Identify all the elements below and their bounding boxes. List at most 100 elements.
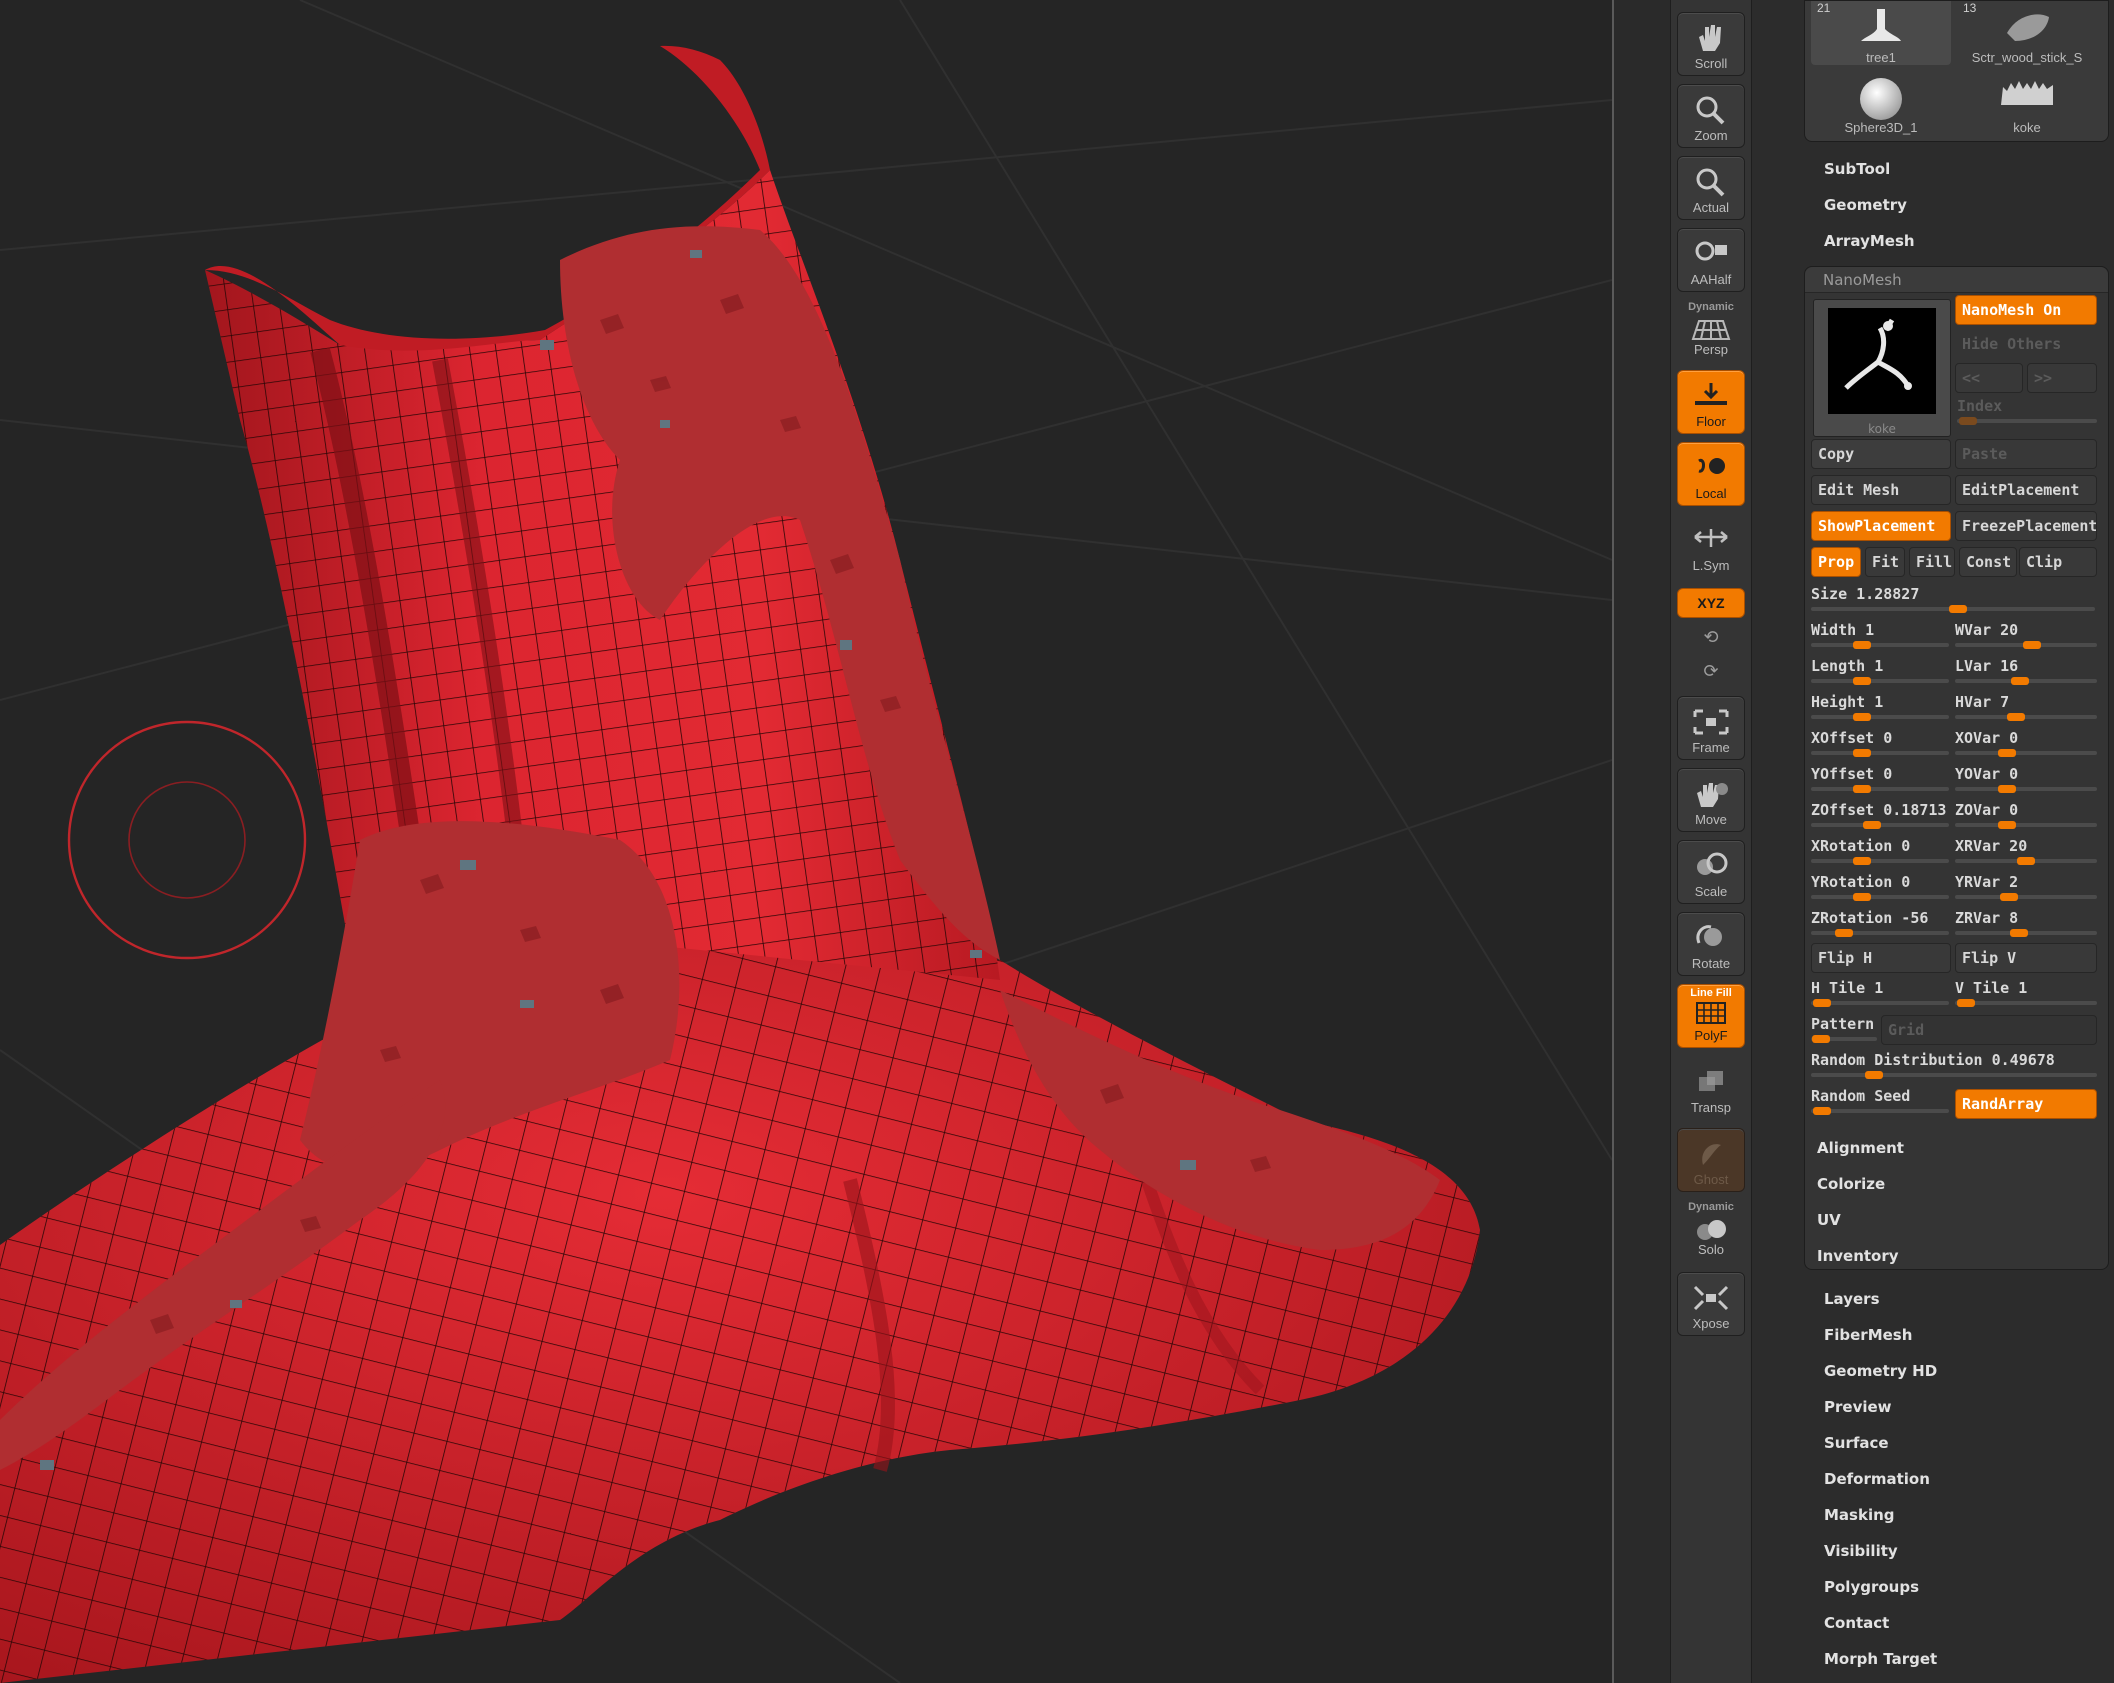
xovar-slider[interactable]: XOVar 0 [1949,727,2097,761]
next-index-button[interactable]: >> [2027,363,2097,393]
menu-arraymesh[interactable]: ArrayMesh [1824,232,1915,250]
nanomesh-on-button[interactable]: NanoMesh On [1955,295,2097,325]
hvar-slider[interactable]: HVar 7 [1949,691,2097,725]
const-button[interactable]: Const [1959,547,2017,577]
move-button[interactable]: Move [1677,768,1745,832]
slider-knob [2023,641,2042,649]
menu-surface[interactable]: Surface [1824,1434,1889,1452]
menu-preview[interactable]: Preview [1824,1398,1892,1416]
aahalf-button[interactable]: AAHalf [1677,228,1745,292]
menu-deformation[interactable]: Deformation [1824,1470,1930,1488]
submenu-alignment[interactable]: Alignment [1817,1139,1904,1157]
random-distribution-slider[interactable]: Random Distribution 0.49678 [1805,1049,2097,1083]
nanomesh-preview[interactable]: koke [1813,299,1951,437]
tool-thumb-sphere3d[interactable]: Sphere3D_1 [1811,71,1951,135]
solo-button[interactable]: Dynamic Solo [1677,1198,1745,1262]
pattern-slider[interactable]: Pattern [1805,1013,1877,1047]
slider-knob [1957,999,1976,1007]
fill-button[interactable]: Fill [1909,547,1955,577]
prev-index-button[interactable]: << [1955,363,2023,393]
yrvar-slider[interactable]: YRVar 2 [1949,871,2097,905]
yrotation-slider[interactable]: YRotation 0 [1805,871,1949,905]
zoom-button[interactable]: Zoom [1677,84,1745,148]
menu-geometry[interactable]: Geometry [1824,196,1907,214]
slider-knob [2007,713,2026,721]
tool-thumb-wood-stick[interactable]: 13 Sctr_wood_stick_S [1957,1,2097,65]
width-slider[interactable]: Width 1 [1805,619,1949,653]
size-slider[interactable]: Size 1.28827 [1805,583,2095,617]
slider-knob [1998,749,2017,757]
wvar-slider[interactable]: WVar 20 [1949,619,2097,653]
polyf-button[interactable]: Line Fill PolyF [1677,984,1745,1048]
submenu-uv[interactable]: UV [1817,1211,1841,1229]
ghost-button[interactable]: Ghost [1677,1128,1745,1192]
menu-fibermesh[interactable]: FiberMesh [1824,1326,1912,1344]
xpose-button[interactable]: Xpose [1677,1272,1745,1336]
menu-morph-target[interactable]: Morph Target [1824,1650,1937,1668]
slider-knob [1813,999,1832,1007]
menu-layers[interactable]: Layers [1824,1290,1880,1308]
length-slider[interactable]: Length 1 [1805,655,1949,689]
menu-polygroups[interactable]: Polygroups [1824,1578,1919,1596]
slider-track [1811,1001,1949,1005]
v-tile-slider[interactable]: V Tile 1 [1949,977,2097,1011]
menu-visibility[interactable]: Visibility [1824,1542,1898,1560]
frame-button[interactable]: Frame [1677,696,1745,760]
floor-button[interactable]: Floor [1677,370,1745,434]
hide-others-button[interactable]: Hide Others [1955,329,2097,359]
lvar-slider[interactable]: LVar 16 [1949,655,2097,689]
zovar-slider[interactable]: ZOVar 0 [1949,799,2097,833]
copy-button[interactable]: Copy [1811,439,1951,469]
rotate-y-icon[interactable]: ⟲ [1697,624,1725,652]
paste-button[interactable]: Paste [1955,439,2097,469]
edit-placement-button[interactable]: EditPlacement [1955,475,2097,505]
height-slider[interactable]: Height 1 [1805,691,1949,725]
polyframe-grid-icon [1696,1002,1726,1024]
flip-v-button[interactable]: Flip V [1955,943,2097,973]
tool-thumb-tree1[interactable]: 21 tree1 [1811,1,1951,65]
xoffset-slider[interactable]: XOffset 0 [1805,727,1949,761]
xyz-symmetry-button[interactable]: XYZ [1677,588,1745,618]
zrvar-slider[interactable]: ZRVar 8 [1949,907,2097,941]
h-tile-slider[interactable]: H Tile 1 [1805,977,1949,1011]
index-slider[interactable]: Index [1951,395,2097,429]
xrvar-slider[interactable]: XRVar 20 [1949,835,2097,869]
fit-button[interactable]: Fit [1865,547,1905,577]
xpose-icon [1693,1285,1729,1311]
menu-contact[interactable]: Contact [1824,1614,1889,1632]
submenu-colorize[interactable]: Colorize [1817,1175,1885,1193]
nanomesh-header[interactable]: NanoMesh [1805,267,2108,293]
xrotation-slider[interactable]: XRotation 0 [1805,835,1949,869]
show-placement-button[interactable]: ShowPlacement [1811,511,1951,541]
yovar-slider[interactable]: YOVar 0 [1949,763,2097,797]
menu-subtool[interactable]: SubTool [1824,160,1890,178]
menu-masking[interactable]: Masking [1824,1506,1895,1524]
clip-button[interactable]: Clip [2019,547,2097,577]
viewport-canvas[interactable] [0,0,1612,1683]
transp-button[interactable]: Transp [1677,1056,1745,1120]
prop-button[interactable]: Prop [1811,547,1861,577]
submenu-inventory[interactable]: Inventory [1817,1247,1899,1265]
random-seed-slider[interactable]: Random Seed [1805,1085,1949,1119]
menu-geometry-hd[interactable]: Geometry HD [1824,1362,1937,1380]
edit-mesh-button[interactable]: Edit Mesh [1811,475,1951,505]
randarray-button[interactable]: RandArray [1955,1089,2097,1119]
rotate-button[interactable]: Rotate [1677,912,1745,976]
scale-button[interactable]: Scale [1677,840,1745,904]
tool-thumb-koke[interactable]: koke [1957,71,2097,135]
yoffset-slider[interactable]: YOffset 0 [1805,763,1949,797]
zrotation-slider[interactable]: ZRotation -56 [1805,907,1949,941]
koke-preview-icon [1844,318,1912,390]
scale-icon [1697,852,1728,875]
local-button[interactable]: Local [1677,442,1745,506]
rotate-z-icon[interactable]: ⟳ [1697,658,1725,686]
flip-h-button[interactable]: Flip H [1811,943,1951,973]
grid-pattern-field[interactable]: Grid [1881,1015,2097,1045]
actual-button[interactable]: Actual [1677,156,1745,220]
zoffset-slider[interactable]: ZOffset 0.18713 [1805,799,1949,833]
slider-knob [1862,821,1881,829]
lsym-button[interactable]: L.Sym [1677,514,1745,578]
persp-button[interactable]: Dynamic Persp [1677,298,1745,362]
freeze-placement-button[interactable]: FreezePlacement [1955,511,2097,541]
scroll-button[interactable]: Scroll [1677,12,1745,76]
